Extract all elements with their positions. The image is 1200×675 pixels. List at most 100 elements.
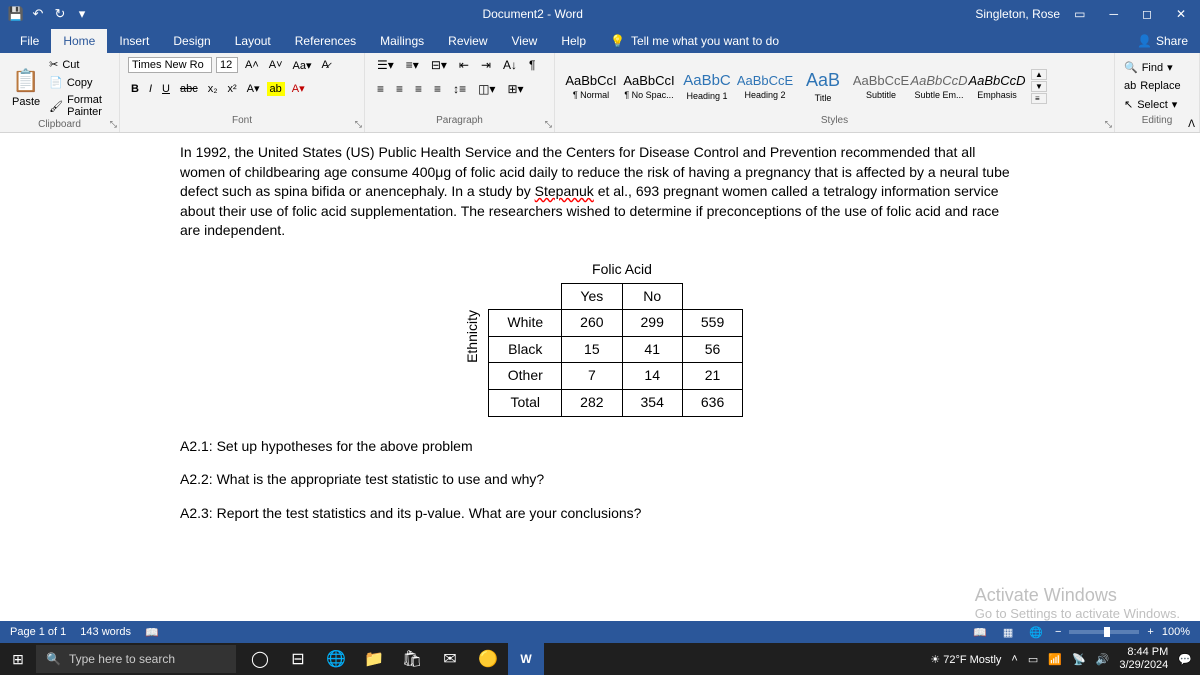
tab-view[interactable]: View [500,29,550,53]
tab-design[interactable]: Design [161,29,222,53]
align-right-button[interactable]: ≡ [411,81,426,97]
format-painter-button[interactable]: 🖌Format Painter [48,93,111,119]
text-effects-button[interactable]: A▾ [244,81,263,96]
question-1[interactable]: A2.1: Set up hypotheses for the above pr… [180,437,1020,457]
proofing-icon[interactable]: 📖 [145,626,159,639]
tab-home[interactable]: Home [51,29,107,53]
word-icon[interactable]: W [508,643,544,675]
tab-insert[interactable]: Insert [107,29,161,53]
notifications-icon[interactable]: 💬 [1178,653,1192,666]
strike-button[interactable]: abc [177,82,201,96]
weather-widget[interactable]: ☀ 72°F Mostly [930,653,1001,666]
tab-mailings[interactable]: Mailings [368,29,436,53]
styles-down-icon[interactable]: ▼ [1031,81,1047,92]
line-spacing-button[interactable]: ↕≡ [449,81,470,97]
style-subtleem[interactable]: AaBbCcDSubtle Em... [911,60,967,112]
tab-layout[interactable]: Layout [223,29,283,53]
bold-button[interactable]: B [128,82,142,96]
document-content[interactable]: In 1992, the United States (US) Public H… [180,143,1020,523]
style-subtitle[interactable]: AaBbCcESubtitle [853,60,909,112]
tell-me-search[interactable]: 💡 Tell me what you want to do [598,29,1125,53]
questions[interactable]: A2.1: Set up hypotheses for the above pr… [180,437,1020,524]
tab-file[interactable]: File [8,29,51,53]
document-area[interactable]: In 1992, the United States (US) Public H… [0,133,1200,635]
zoom-out-button[interactable]: − [1055,626,1061,638]
maximize-icon[interactable]: ◻ [1136,7,1158,21]
shading-button[interactable]: ◫▾ [474,81,499,97]
body-paragraph[interactable]: In 1992, the United States (US) Public H… [180,143,1020,241]
styles-up-icon[interactable]: ▲ [1031,69,1047,80]
justify-button[interactable]: ≡ [430,81,445,97]
font-name-input[interactable] [128,57,212,73]
table-row[interactable]: Other71421 [489,363,743,390]
shrink-font-button[interactable]: A˅ [266,58,286,72]
zoom-in-button[interactable]: + [1147,626,1153,638]
collapse-ribbon-icon[interactable]: ᐱ [1188,119,1195,130]
align-center-button[interactable]: ≡ [392,81,407,97]
table-row[interactable]: White260299559 [489,310,743,337]
redo-icon[interactable]: ↻ [52,6,68,22]
borders-button[interactable]: ⊞▾ [503,81,527,97]
subscript-button[interactable]: x₂ [205,82,221,96]
style-heading1[interactable]: AaBbCHeading 1 [679,60,735,112]
styles-launcher-icon[interactable]: ⤡ [1105,119,1112,130]
tab-review[interactable]: Review [436,29,499,53]
grow-font-button[interactable]: A˄ [242,58,262,72]
font-color-button[interactable]: A▾ [289,81,308,96]
replace-button[interactable]: abReplace [1123,79,1182,93]
chrome-icon[interactable]: 🟡 [470,643,506,675]
paragraph-launcher-icon[interactable]: ⤡ [545,119,552,130]
italic-button[interactable]: I [146,82,155,96]
web-layout-icon[interactable]: 🌐 [1025,626,1047,639]
user-name[interactable]: Singleton, Rose [975,7,1060,21]
word-count[interactable]: 143 words [80,626,131,639]
paste-button[interactable]: 📋 Paste [8,66,44,110]
table-row[interactable]: Total282354636 [489,389,743,416]
cut-button[interactable]: ✂Cut [48,57,111,72]
highlight-button[interactable]: ab [267,82,285,96]
font-size-input[interactable] [216,57,238,73]
styles-more-icon[interactable]: ≡ [1031,93,1047,104]
mail-icon[interactable]: ✉ [432,643,468,675]
copy-button[interactable]: 📄Copy [48,75,111,90]
change-case-button[interactable]: Aa▾ [290,58,315,73]
style-emphasis[interactable]: AaBbCcDEmphasis [969,60,1025,112]
style-nospacing[interactable]: AaBbCcI¶ No Spac... [621,60,677,112]
find-button[interactable]: 🔍Find▾ [1123,60,1182,75]
styles-gallery[interactable]: AaBbCcI¶ Normal AaBbCcI¶ No Spac... AaBb… [563,58,1047,114]
taskbar-search[interactable]: 🔍 Type here to search [36,645,236,673]
superscript-button[interactable]: x² [225,82,240,96]
share-button[interactable]: 👤 Share [1125,29,1200,53]
qat-more-icon[interactable]: ▾ [74,6,90,22]
zoom-level[interactable]: 100% [1162,626,1190,638]
multilevel-button[interactable]: ⊟▾ [427,57,451,73]
bullets-button[interactable]: ☰▾ [373,57,398,73]
numbering-button[interactable]: ≡▾ [402,57,423,73]
clock[interactable]: 8:44 PM 3/29/2024 [1119,646,1168,672]
show-marks-button[interactable]: ¶ [525,57,539,73]
question-3[interactable]: A2.3: Report the test statistics and its… [180,504,1020,524]
clipboard-launcher-icon[interactable]: ⤡ [110,119,117,130]
spelling-error[interactable]: Stepanuk [535,183,594,199]
select-button[interactable]: ↖Select▾ [1123,97,1182,112]
tab-references[interactable]: References [283,29,368,53]
align-left-button[interactable]: ≡ [373,81,388,97]
save-icon[interactable]: 💾 [8,6,24,22]
explorer-icon[interactable]: 📁 [356,643,392,675]
battery-icon[interactable]: ▭ [1028,653,1038,666]
task-view-icon[interactable]: ⊟ [280,643,316,675]
question-2[interactable]: A2.2: What is the appropriate test stati… [180,470,1020,490]
edge-icon[interactable]: 🌐 [318,643,354,675]
table-row[interactable]: Black154156 [489,336,743,363]
ribbon-display-icon[interactable]: ▭ [1068,7,1091,21]
style-normal[interactable]: AaBbCcI¶ Normal [563,60,619,112]
data-table[interactable]: Folic Acid YesNo White260299559 Black154… [488,257,743,417]
close-icon[interactable]: ✕ [1170,7,1192,21]
increase-indent-button[interactable]: ⇥ [477,57,495,73]
network-icon[interactable]: 📶 [1048,653,1062,666]
print-layout-icon[interactable]: ▦ [999,626,1017,639]
minimize-icon[interactable]: ─ [1103,7,1124,21]
tab-help[interactable]: Help [549,29,598,53]
clear-format-button[interactable]: A̷ [319,58,332,72]
cortana-icon[interactable]: ◯ [242,643,278,675]
